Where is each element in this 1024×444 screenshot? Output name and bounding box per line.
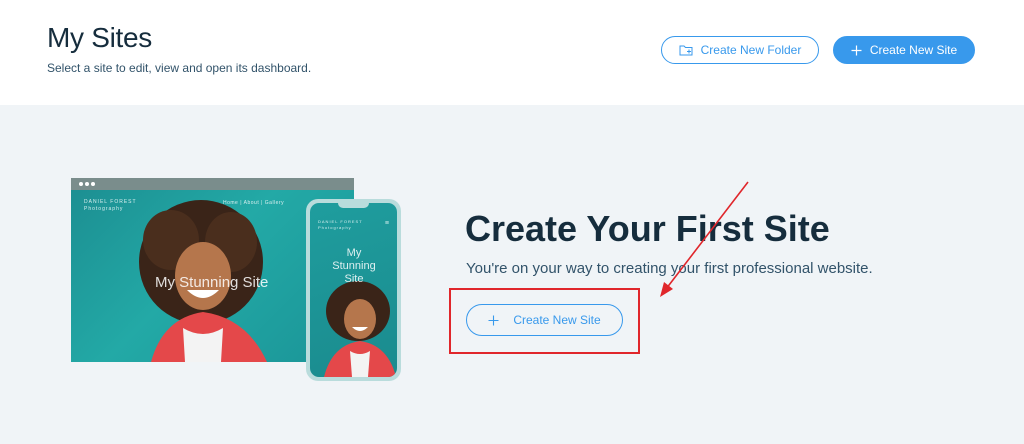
plus-icon	[851, 45, 862, 56]
create-site-label: Create New Site	[869, 43, 958, 57]
create-site-button[interactable]: Create New Site	[833, 36, 975, 64]
page-subtitle: Select a site to edit, view and open its…	[47, 61, 312, 75]
empty-state-panel: DANIEL FOREST Photography Home | About |…	[0, 105, 1024, 444]
page-header: My Sites Select a site to edit, view and…	[0, 0, 1024, 105]
folder-plus-icon	[679, 44, 693, 56]
create-folder-button[interactable]: Create New Folder	[661, 36, 819, 64]
create-folder-label: Create New Folder	[700, 43, 802, 57]
annotation-arrow-icon	[660, 181, 749, 297]
page-title: My Sites	[47, 22, 152, 53]
